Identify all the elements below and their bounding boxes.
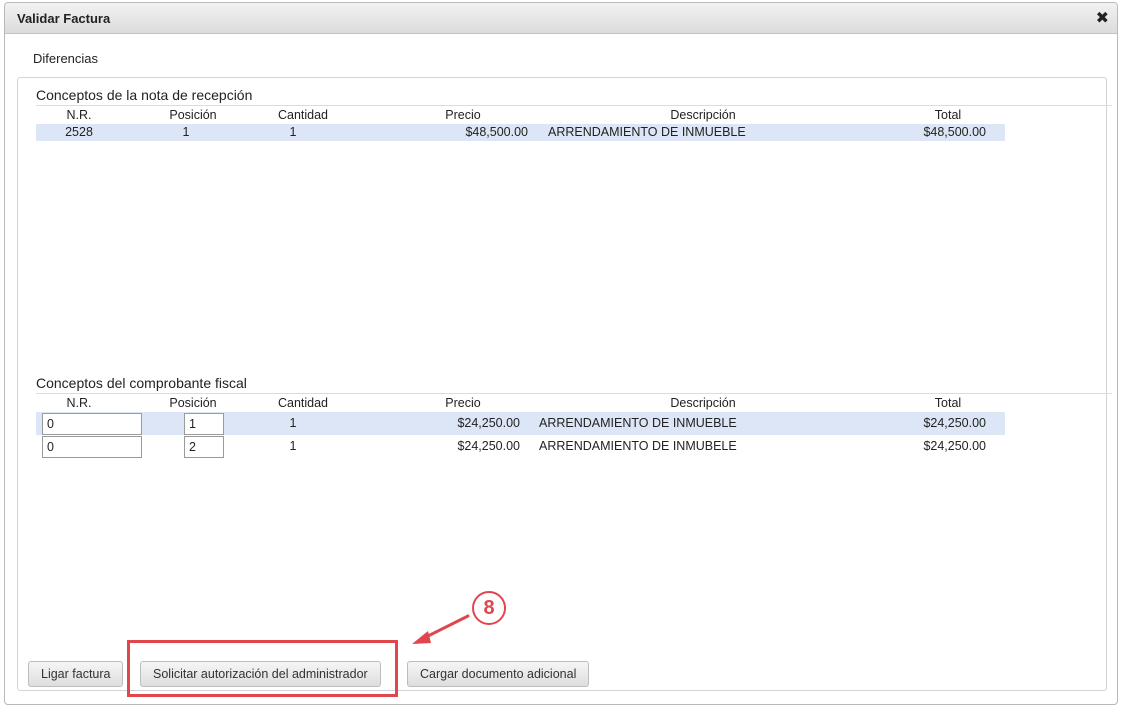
reception-header-total: Total — [934, 108, 962, 122]
fiscal-nr-input[interactable] — [42, 436, 142, 458]
reception-header-precio: Precio — [445, 108, 481, 122]
fiscal-posicion-input[interactable] — [184, 413, 224, 435]
reception-cell-posicion: 1 — [182, 125, 190, 139]
fiscal-header-precio: Precio — [445, 396, 481, 410]
reception-header-descripcion: Descripción — [670, 108, 736, 122]
reception-header-nr: N.R. — [66, 108, 92, 122]
fiscal-cell-total: $24,250.00 — [923, 439, 986, 453]
table-row[interactable] — [36, 412, 1005, 435]
annotation-step-badge: 8 — [472, 591, 506, 625]
reception-cell-descripcion: ARRENDAMIENTO DE INMUEBLE — [548, 125, 746, 139]
fiscal-cell-descripcion: ARRENDAMIENTO DE INMUEBLE — [539, 416, 737, 430]
reception-cell-precio: $48,500.00 — [465, 125, 528, 139]
fiscal-divider — [36, 393, 1112, 394]
fiscal-nr-input[interactable] — [42, 413, 142, 435]
fiscal-section-title: Conceptos del comprobante fiscal — [36, 375, 247, 391]
validar-factura-dialog: Validar Factura ✖ Diferencias Conceptos … — [4, 2, 1118, 705]
close-icon[interactable]: ✖ — [1096, 8, 1109, 28]
fiscal-cell-cantidad: 1 — [289, 416, 297, 430]
cargar-documento-button[interactable]: Cargar documento adicional — [407, 661, 590, 687]
diferencias-panel: Conceptos de la nota de recepción N.R. P… — [17, 77, 1112, 691]
dialog-titlebar: Validar Factura ✖ — [5, 3, 1117, 34]
reception-cell-nr: 2528 — [65, 125, 93, 139]
reception-header-posicion: Posición — [169, 108, 217, 122]
reception-cell-cantidad: 1 — [289, 125, 297, 139]
fiscal-posicion-input[interactable] — [184, 436, 224, 458]
tab-diferencias[interactable]: Diferencias — [33, 51, 98, 66]
fiscal-cell-total: $24,250.00 — [923, 416, 986, 430]
annotation-highlight-box — [127, 640, 398, 697]
dialog-title: Validar Factura — [17, 11, 111, 26]
fiscal-cell-descripcion: ARRENDAMIENTO DE INMUBELE — [539, 439, 737, 453]
reception-cell-total: $48,500.00 — [923, 125, 986, 139]
reception-header-cantidad: Cantidad — [277, 108, 329, 122]
fiscal-header-total: Total — [934, 396, 962, 410]
fiscal-cell-precio: $24,250.00 — [457, 439, 520, 453]
annotation-arrow-icon — [412, 614, 470, 644]
reception-section-title: Conceptos de la nota de recepción — [36, 87, 253, 103]
fiscal-cell-cantidad: 1 — [289, 439, 297, 453]
fiscal-header-posicion: Posición — [169, 396, 217, 410]
fiscal-cell-precio: $24,250.00 — [457, 416, 520, 430]
reception-divider — [36, 105, 1112, 106]
fiscal-header-cantidad: Cantidad — [277, 396, 329, 410]
ligar-factura-button[interactable]: Ligar factura — [28, 661, 124, 687]
fiscal-header-nr: N.R. — [66, 396, 92, 410]
fiscal-header-descripcion: Descripción — [670, 396, 736, 410]
